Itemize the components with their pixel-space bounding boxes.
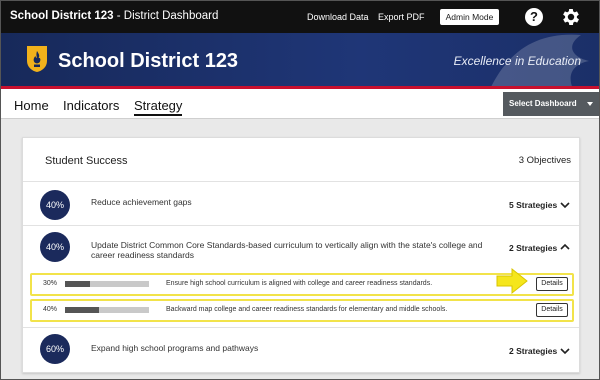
divider xyxy=(23,181,579,182)
strategy-progress-bar xyxy=(65,281,149,287)
chevron-down-icon[interactable] xyxy=(560,347,570,355)
objective-text: Update District Common Core Standards-ba… xyxy=(91,240,482,260)
tab-home[interactable]: Home xyxy=(14,98,49,113)
divider xyxy=(23,225,579,226)
objective-text-line: career readiness standards xyxy=(91,250,195,260)
strategy-text: Backward map college and career readines… xyxy=(166,306,448,313)
chevron-up-icon[interactable] xyxy=(560,243,570,251)
export-pdf-link[interactable]: Export PDF xyxy=(378,12,425,22)
tab-strategy[interactable]: Strategy xyxy=(134,98,183,116)
district-banner: School District 123 Excellence in Educat… xyxy=(1,33,599,89)
strategy-row: 30% Ensure high school curriculum is ali… xyxy=(30,273,574,296)
objective-text-line: Update District Common Core Standards-ba… xyxy=(91,240,483,250)
objective-progress-badge: 40% xyxy=(40,190,70,220)
strategy-percent: 40% xyxy=(43,306,58,313)
app-title-suffix: - District Dashboard xyxy=(113,10,219,22)
tab-indicators[interactable]: Indicators xyxy=(63,98,119,113)
objectives-card: Student Success 3 Objectives 40% Reduce … xyxy=(22,137,580,373)
details-button[interactable]: Details xyxy=(536,303,568,317)
callout-arrow-icon xyxy=(496,267,528,295)
chevron-down-icon[interactable] xyxy=(560,201,570,209)
objective-progress-badge: 40% xyxy=(40,232,70,262)
strategy-row: 40% Backward map college and career read… xyxy=(30,299,574,322)
app-title-district: School District 123 xyxy=(10,10,114,22)
admin-mode-button[interactable]: Admin Mode xyxy=(440,9,499,25)
select-dashboard-label: Select Dashboard xyxy=(509,99,577,108)
chevron-down-icon xyxy=(587,102,593,106)
objectives-count: 3 Objectives xyxy=(518,155,571,166)
help-icon[interactable]: ? xyxy=(525,8,543,26)
details-button[interactable]: Details xyxy=(536,277,568,291)
select-dashboard-dropdown[interactable]: Select Dashboard xyxy=(503,92,599,116)
objective-progress-badge: 60% xyxy=(40,334,70,364)
gear-icon[interactable] xyxy=(560,6,582,28)
divider xyxy=(23,327,579,328)
strategies-count: 5 Strategies xyxy=(509,200,558,210)
strategy-progress-bar xyxy=(65,307,149,313)
download-data-link[interactable]: Download Data xyxy=(307,12,369,22)
card-title: Student Success xyxy=(45,155,128,167)
main-nav: Home Indicators Strategy Select Dashboar… xyxy=(1,89,599,119)
strategy-text: Ensure high school curriculum is aligned… xyxy=(166,280,433,287)
app-title: School District 123 - District Dashboard xyxy=(10,10,218,22)
dashboard-frame: School District 123 - District Dashboard… xyxy=(0,0,600,380)
strategy-progress-fill xyxy=(65,307,99,313)
district-name: School District 123 xyxy=(58,50,239,72)
objective-text: Reduce achievement gaps xyxy=(91,197,192,207)
strategies-count: 2 Strategies xyxy=(509,243,558,253)
district-logo-icon xyxy=(27,46,47,72)
strategies-count: 2 Strategies xyxy=(509,346,558,356)
strategy-progress-fill xyxy=(65,281,91,287)
objective-text: Expand high school programs and pathways xyxy=(91,343,259,353)
top-bar: School District 123 - District Dashboard… xyxy=(1,1,599,33)
strategy-percent: 30% xyxy=(43,280,58,287)
district-tagline: Excellence in Education xyxy=(453,54,581,68)
